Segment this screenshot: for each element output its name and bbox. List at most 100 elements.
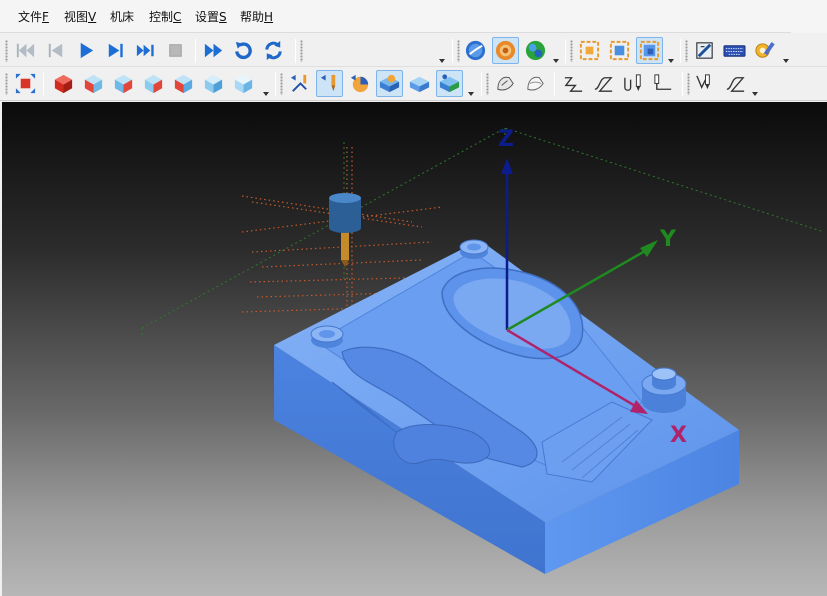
step-back-icon [48,43,63,58]
keyboard-button[interactable] [721,37,748,64]
path-options-icon [696,74,710,90]
x-axis-label: X [670,423,687,448]
stock-view-button[interactable] [606,37,633,64]
toolbar-separator [43,72,44,96]
fast-forward-button[interactable] [200,37,227,64]
axis-tool-button[interactable] [286,70,313,97]
toolpath-wire-icon [527,76,544,91]
stop-button[interactable] [162,37,189,64]
stop-icon [169,44,182,57]
stock-transparent-button[interactable] [406,70,433,97]
menu-file[interactable]: 文件F [16,9,51,25]
view-cube-dropdown[interactable] [263,91,269,97]
toolbar-grip[interactable] [457,40,460,62]
rewind-to-start-button[interactable] [12,37,39,64]
toolbar-grip[interactable] [280,73,283,95]
view-iso-alt-button[interactable] [230,70,257,97]
menu-settings[interactable]: 设置S [193,9,229,25]
menu-help[interactable]: 帮助H [238,9,275,25]
fit-view-button[interactable] [12,70,39,97]
skip-to-end-button[interactable] [132,37,159,64]
keyboard-icon [723,45,746,57]
view-iso-icon [234,74,253,94]
refresh-icon [265,40,282,61]
menu-control[interactable]: 控制C [147,9,183,25]
view-front-button[interactable] [50,70,77,97]
z-axis-arrow [501,158,513,174]
toolbar-separator [195,39,196,63]
menu-machine[interactable]: 机床 [108,9,136,25]
path-curve-button[interactable] [722,70,749,97]
simulation-viewport[interactable]: Z Y X [2,102,827,596]
toolbar-grip[interactable] [570,40,573,62]
settings-dropdown[interactable] [783,58,789,64]
view-right-button[interactable] [140,70,167,97]
slider-dropdown[interactable] [439,58,445,64]
stock-section-button[interactable] [436,70,463,97]
boss-left [310,325,344,348]
path-dropdown[interactable] [752,91,758,97]
measure-button[interactable] [691,37,718,64]
path-options-button[interactable] [692,70,719,97]
path-line-2-button[interactable] [590,70,617,97]
stock-transparent-icon [409,76,430,93]
scene-svg: Z Y X [141,127,825,574]
fit-view-icon [15,73,36,94]
play-button[interactable] [72,37,99,64]
boss-back [459,239,489,259]
y-axis-label: Y [659,227,677,252]
fast-forward-icon [204,43,223,58]
path-line-1-button[interactable] [560,70,587,97]
toolbar-grip[interactable] [5,40,8,62]
collision-check-button[interactable] [576,37,603,64]
refresh-button[interactable] [260,37,287,64]
path-line-2-icon [594,77,613,92]
toolpath-wire-button[interactable] [522,70,549,97]
cutter-top [329,193,361,203]
view-top-button[interactable] [170,70,197,97]
path-line-3-button[interactable] [620,70,647,97]
toolbar-separator [680,39,681,63]
stock-shaded-button[interactable] [376,70,403,97]
cutter-body [329,198,361,233]
model-view-icon [639,40,660,61]
view-dropdown[interactable] [668,58,674,64]
z-axis-label: Z [498,127,514,152]
toolpath-display-icon [495,40,516,61]
settings-gear-icon [755,41,775,58]
toolpath-display-button[interactable] [492,37,519,64]
rewind-to-start-icon [16,43,35,58]
settings-button[interactable] [751,37,778,64]
rotate-button[interactable] [230,37,257,64]
step-forward-button[interactable] [102,37,129,64]
model-view-button[interactable] [636,37,663,64]
cutter-display-button[interactable] [316,70,343,97]
toolholder-icon [350,74,369,93]
menu-view[interactable]: 视图V [62,9,98,25]
view-iso-button[interactable] [200,70,227,97]
view-back-button[interactable] [80,70,107,97]
toolholder-button[interactable] [346,70,373,97]
toolbar-grip[interactable] [687,73,690,95]
dropdown-arrow-icon [553,59,559,63]
path-line-4-button[interactable] [650,70,677,97]
step-back-button[interactable] [42,37,69,64]
toolbar-separator [565,39,566,63]
path-line-1-icon [564,77,583,92]
toolbar-grip[interactable] [5,73,8,95]
toolbar-grip[interactable] [300,40,303,62]
toolpath-solid-button[interactable] [492,70,519,97]
dropdown-arrow-icon [468,92,474,96]
display-dropdown[interactable] [553,58,559,64]
window-controls [791,0,827,33]
toolbar-grip[interactable] [685,40,688,62]
dropdown-arrow-icon [439,59,445,63]
shaded-display-button[interactable] [462,37,489,64]
toolbar-separator [295,39,296,63]
path-line-4-icon [654,74,672,90]
stock-dropdown[interactable] [468,91,474,97]
view-left-button[interactable] [110,70,137,97]
toolbar-grip[interactable] [486,73,489,95]
menu-bar: 文件F 视图V 机床 控制C 设置S 帮助H [0,0,827,33]
material-display-button[interactable] [522,37,549,64]
